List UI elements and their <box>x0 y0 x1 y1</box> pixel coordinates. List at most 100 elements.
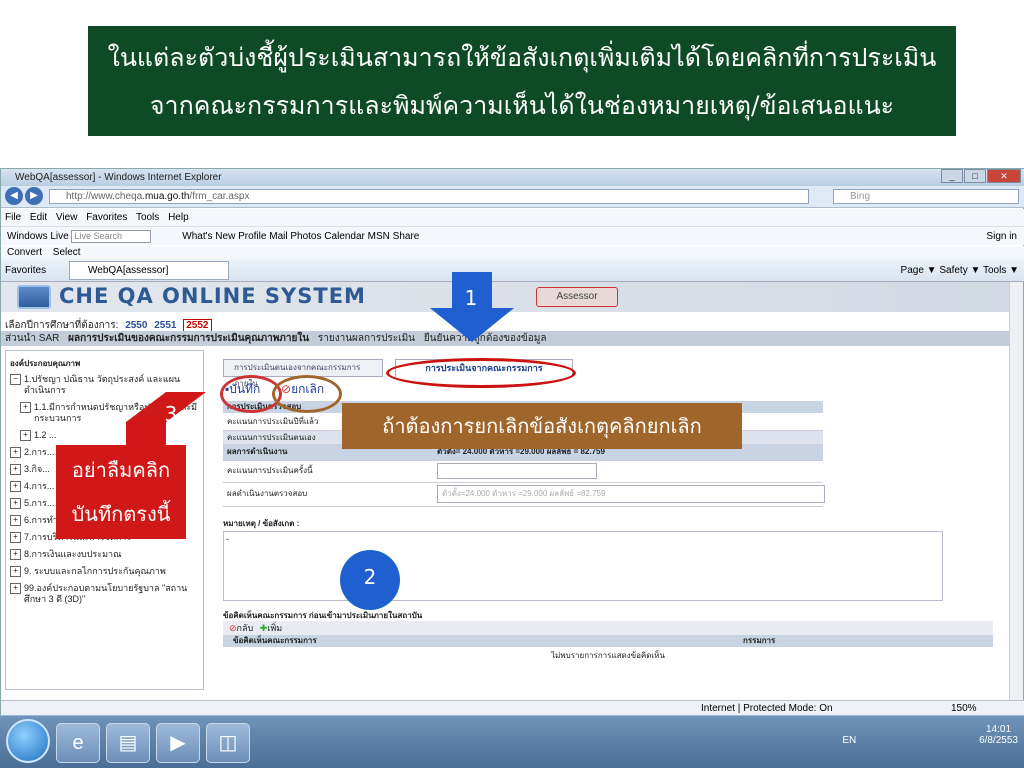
command-bar[interactable]: Page ▼ Safety ▼ Tools ▼ <box>901 259 1019 282</box>
nav-report[interactable]: รายงานผลการประเมิน <box>318 333 415 344</box>
ie-taskbar-icon[interactable]: e <box>56 723 100 763</box>
menu-view[interactable]: View <box>56 212 78 223</box>
title-bar: WebQA[assessor] - Windows Internet Explo… <box>1 169 1024 186</box>
save-hint-callout: อย่าลืมคลิก บันทึกตรงนี้ <box>56 445 186 539</box>
nav-committee-result[interactable]: ผลการประเมินของคณะกรรมการประเมินคุณภาพภา… <box>68 333 309 344</box>
banner-line-1: ในแต่ละตัวบ่งชี้ผู้ประเมินสามารถให้ข้อสั… <box>107 43 937 72</box>
close-button[interactable]: ✕ <box>987 169 1021 183</box>
window-controls: _ □ ✕ <box>941 169 1021 183</box>
menu-help[interactable]: Help <box>168 212 189 223</box>
committee-tab-highlight <box>386 358 576 388</box>
sidebar-item-99[interactable]: 99.องค์ประกอบตามนโยบายรัฐบาล "สถานศึกษา … <box>10 583 199 605</box>
sign-in-link[interactable]: Sign in <box>986 227 1017 246</box>
profile-link[interactable]: Profile <box>238 231 266 242</box>
sidebar-item-9[interactable]: 9. ระบบและกลไกการประกันคุณภาพ <box>10 566 199 577</box>
tab-title: WebQA[assessor] <box>88 265 169 276</box>
menu-tools[interactable]: Tools <box>136 212 159 223</box>
back-icon: ⊘ <box>229 623 237 633</box>
row-check-result: ผลดำเนินงานตรวจสอบ ตัวตั้ง=24.000 ตัวหาร … <box>223 483 825 507</box>
browser-tab[interactable]: WebQA[assessor] <box>69 261 229 280</box>
menu-file[interactable]: File <box>5 212 21 223</box>
nav-sar[interactable]: ส่วนนำ SAR <box>5 333 59 344</box>
step-1-number: 1 <box>464 286 478 310</box>
url-host: mua.go.th <box>144 191 190 202</box>
forward-icon[interactable]: ▶ <box>25 187 43 205</box>
start-button[interactable] <box>6 719 50 763</box>
year-2551[interactable]: 2551 <box>154 320 176 331</box>
url-path: /frm_car.aspx <box>189 191 250 202</box>
row-label: คะแนนการประเมินตนเอง <box>227 433 316 442</box>
maximize-button[interactable]: □ <box>964 169 986 183</box>
address-bar: ◀ ▶ http://www.cheqa.mua.go.th/frm_car.a… <box>1 186 1024 208</box>
clock-date: 6/8/2553 <box>979 735 1018 746</box>
banner-line-2: จากคณะกรรมการและพิมพ์ความเห็นได้ในช่องหม… <box>149 91 895 120</box>
zoom-level[interactable]: 150% <box>951 701 977 716</box>
cancel-hint-callout: ถ้าต้องการยกเลิกข้อสังเกตุคลิกยกเลิก <box>342 403 742 449</box>
menu-bar: File Edit View Favorites Tools Help <box>1 209 1024 226</box>
photos-link[interactable]: Photos <box>290 231 321 242</box>
cancel-highlight <box>272 375 342 413</box>
comment-empty-message: ไม่พบรายการการแสดงข้อคิดเห็น <box>551 651 665 660</box>
clock-time: 14:01 <box>986 724 1012 735</box>
url-input[interactable]: http://www.cheqa.mua.go.th/frm_car.aspx <box>49 189 809 204</box>
favorites-button[interactable]: Favorites <box>5 265 46 276</box>
minimize-button[interactable]: _ <box>941 169 963 183</box>
year-2550[interactable]: 2550 <box>125 320 147 331</box>
url-prefix: http://www.cheqa. <box>66 191 145 202</box>
note-label: หมายเหตุ / ข้อสังเกต : <box>223 519 300 528</box>
window-title: WebQA[assessor] - Windows Internet Explo… <box>15 172 222 183</box>
row-label: คะแนนการประเมินครั้งนี้ <box>227 466 313 475</box>
comment-back-button[interactable]: กลับ <box>237 623 254 633</box>
whats-new-link[interactable]: What's New <box>182 231 235 242</box>
comment-table-header: ข้อคิดเห็นคณะกรรมการ กรรมการ <box>223 635 993 647</box>
comment-col-2: กรรมการ <box>743 636 776 645</box>
comment-toolbar: ⊘กลับ ✚เพิ่ม <box>223 621 993 635</box>
comment-add-button[interactable]: เพิ่ม <box>267 623 282 633</box>
assessor-badge[interactable]: Assessor <box>536 287 618 307</box>
windows-live-link[interactable]: Windows Live <box>7 231 69 242</box>
sidebar-header: องค์ประกอบคุณภาพ <box>10 359 81 368</box>
convert-toolbar: Convert Select <box>1 246 1024 259</box>
links-toolbar: Windows Live Live Search What's New Prof… <box>1 226 1024 245</box>
sidebar-item-8[interactable]: 8.การเงินและงบประมาณ <box>10 549 199 560</box>
live-search-placeholder: Live Search <box>74 230 123 241</box>
msn-link[interactable]: MSN <box>368 231 390 242</box>
year-label: เลือกปีการศึกษาที่ต้องการ: <box>5 320 119 331</box>
system-tray: EN 14:01 6/8/2553 <box>842 724 1018 746</box>
search-input[interactable]: Bing <box>833 189 1019 204</box>
status-zone: Internet | Protected Mode: On <box>701 703 833 714</box>
score-input[interactable] <box>437 463 597 479</box>
row-label: คะแนนการประเมินปีที่แล้ว <box>227 417 319 426</box>
scrollbar[interactable] <box>1009 282 1023 700</box>
language-indicator[interactable]: EN <box>842 735 856 746</box>
taskbar: e ▤ ▶ ◫ EN 14:01 6/8/2553 <box>0 715 1024 768</box>
step-3-number: 3 <box>164 402 178 426</box>
clock[interactable]: 14:01 6/8/2553 <box>979 724 1018 746</box>
menu-edit[interactable]: Edit <box>30 212 47 223</box>
window-taskbar-icon[interactable]: ◫ <box>206 723 250 763</box>
share-link[interactable]: Share <box>393 231 420 242</box>
search-placeholder: Bing <box>850 191 871 202</box>
select-button[interactable]: Select <box>53 247 81 258</box>
logo-icon <box>17 285 51 309</box>
row-label: ผลการดำเนินงาน <box>227 447 288 456</box>
menu-favorites[interactable]: Favorites <box>86 212 127 223</box>
explorer-taskbar-icon[interactable]: ▤ <box>106 723 150 763</box>
row-this-time: คะแนนการประเมินครั้งนี้ <box>223 461 823 483</box>
back-icon[interactable]: ◀ <box>5 187 23 205</box>
status-bar: Internet | Protected Mode: On 150% <box>1 700 1024 716</box>
row-label: ผลดำเนินงานตรวจสอบ <box>227 489 308 498</box>
media-player-taskbar-icon[interactable]: ▶ <box>156 723 200 763</box>
mail-link[interactable]: Mail <box>269 231 287 242</box>
save-hint-line-1: อย่าลืมคลิก <box>71 458 171 482</box>
live-search-input[interactable]: Live Search <box>71 229 152 243</box>
note-textarea[interactable]: - <box>223 531 943 601</box>
comment-col-1: ข้อคิดเห็นคณะกรรมการ <box>233 636 317 645</box>
app-logo: CHE QA ONLINE SYSTEM <box>59 284 366 308</box>
save-hint-line-2: บันทึกตรงนี้ <box>71 502 171 526</box>
check-result-input[interactable]: ตัวตั้ง=24.000 ตัวหาร =29.000 ผลลัพธ์ =8… <box>437 485 825 503</box>
convert-button[interactable]: Convert <box>7 247 42 258</box>
step-2-number: 2 <box>363 565 377 589</box>
calendar-link[interactable]: Calendar <box>324 231 365 242</box>
instruction-banner: ในแต่ละตัวบ่งชี้ผู้ประเมินสามารถให้ข้อสั… <box>88 26 956 136</box>
